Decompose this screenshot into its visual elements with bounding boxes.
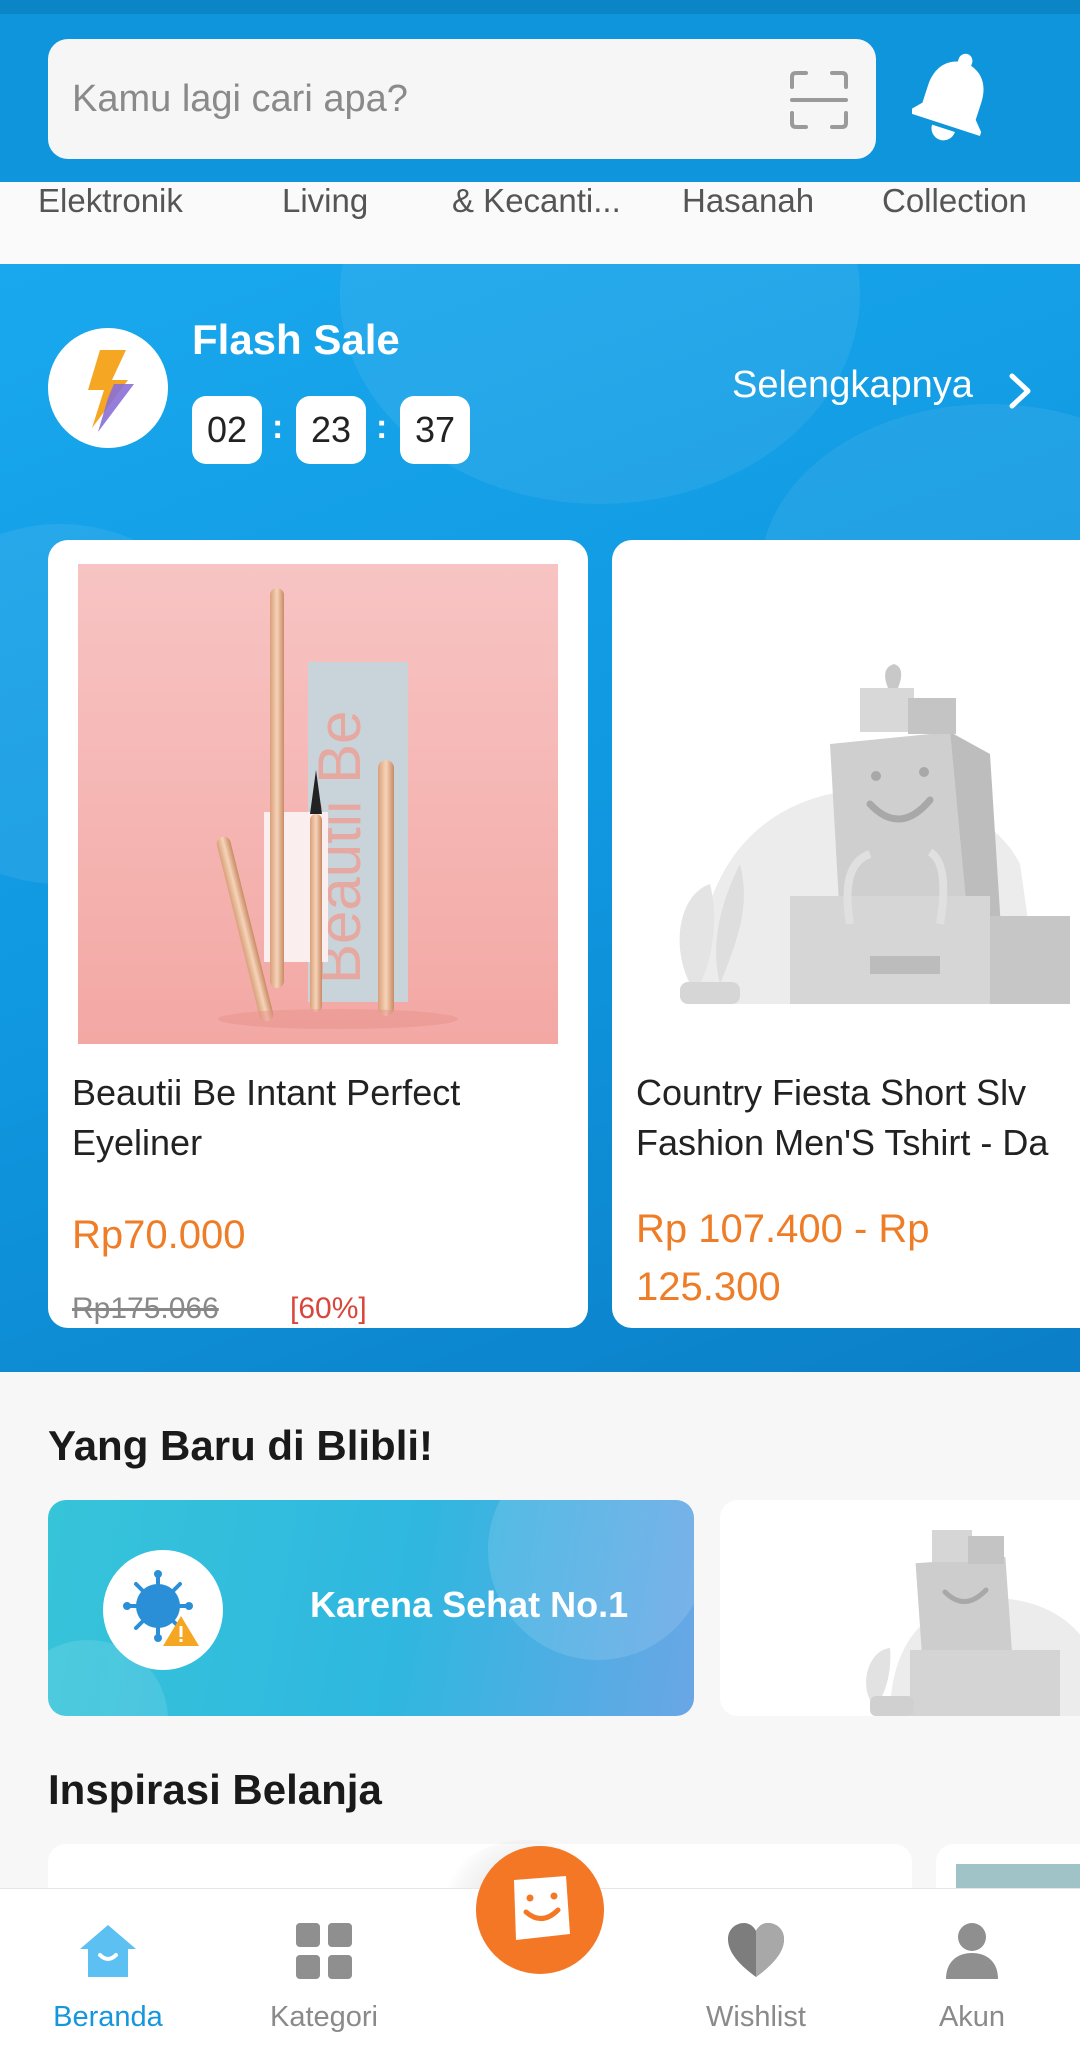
- nav-wishlist[interactable]: Wishlist: [676, 1889, 836, 2056]
- product-price: Rp70.000: [72, 1213, 246, 1257]
- nav-label: Akun: [938, 2001, 1006, 2033]
- flash-sale-logo: [48, 328, 168, 448]
- nav-akun[interactable]: Akun: [892, 1889, 1052, 2056]
- category-elektronik[interactable]: Elektronik: [38, 182, 183, 220]
- grid-icon: [296, 1923, 352, 1979]
- nav-kategori[interactable]: Kategori: [244, 1889, 404, 2056]
- category-living[interactable]: Living: [282, 182, 368, 220]
- nav-label: Beranda: [53, 2001, 163, 2033]
- search-bar[interactable]: Kamu lagi cari apa?: [48, 39, 876, 159]
- banner-badge: [103, 1550, 223, 1670]
- product-card[interactable]: Country Fiesta Short Slv Fashion Men'S T…: [612, 540, 1080, 1328]
- placeholder-image: [866, 1530, 1080, 1716]
- home-icon: [80, 1925, 136, 1977]
- chevron-right-icon[interactable]: [1006, 372, 1034, 410]
- nav-label: Kategori: [269, 2001, 378, 2033]
- category-kecantikan[interactable]: & Kecanti...: [452, 182, 621, 220]
- product-price: Rp 107.400 - Rp 125.300: [636, 1207, 930, 1309]
- inspiration-title: Inspirasi Belanja: [48, 1766, 382, 1813]
- blibli-bag-icon: [514, 1876, 570, 1940]
- bell-icon[interactable]: [912, 46, 996, 146]
- top-header: Kamu lagi cari apa?: [0, 0, 1080, 182]
- product-original-price: Rp175.066: [72, 1292, 219, 1325]
- scan-icon[interactable]: [788, 69, 850, 131]
- status-strip: [0, 0, 1080, 14]
- category-strip: Elektronik Living & Kecanti... Hasanah C…: [0, 182, 1080, 264]
- product-image: Beautii Be: [78, 564, 558, 1044]
- new-section-title: Yang Baru di Blibli!: [48, 1422, 434, 1469]
- flash-sale-title: Flash Sale: [192, 316, 400, 363]
- promo-banner-placeholder[interactable]: [720, 1500, 1080, 1716]
- product-card[interactable]: Beautii Be Beautii Be Intant Perfect Eye…: [48, 540, 588, 1328]
- timer-seconds: 37: [400, 396, 470, 464]
- promo-banner[interactable]: Karena Sehat No.1: [48, 1500, 694, 1716]
- timer-separator: :: [272, 408, 284, 446]
- product-name: Beautii Be Intant Perfect Eyeliner: [72, 1072, 461, 1163]
- banner-text: Karena Sehat No.1: [310, 1584, 629, 1625]
- timer-separator: :: [376, 408, 388, 446]
- lightning-icon: [88, 350, 134, 432]
- nav-label: Wishlist: [706, 2001, 806, 2033]
- center-action-button[interactable]: [476, 1846, 604, 1974]
- category-collection[interactable]: Collection: [882, 182, 1027, 220]
- see-more-link[interactable]: Selengkapnya: [732, 364, 973, 407]
- category-hasanah[interactable]: Hasanah: [682, 182, 814, 220]
- product-image-placeholder: [630, 564, 1080, 1044]
- heart-icon: [728, 1923, 784, 1977]
- timer-hours: 02: [192, 396, 262, 464]
- product-name: Country Fiesta Short Slv Fashion Men'S T…: [636, 1072, 1049, 1163]
- product-discount: [60%]: [290, 1292, 367, 1325]
- timer-minutes: 23: [296, 396, 366, 464]
- banner-decoration: [488, 1500, 694, 1660]
- search-input[interactable]: Kamu lagi cari apa?: [72, 78, 408, 121]
- virus-warning-icon: [123, 1570, 199, 1646]
- user-icon: [946, 1923, 998, 1979]
- nav-beranda[interactable]: Beranda: [28, 1889, 188, 2056]
- flash-sale-section: Flash Sale 02 : 23 : 37 Selengkapnya Bea…: [0, 264, 1080, 1372]
